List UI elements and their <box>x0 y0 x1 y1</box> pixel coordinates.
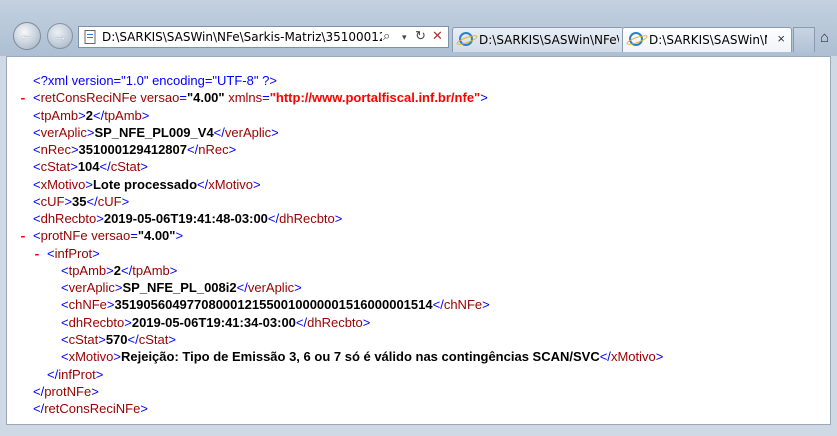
collapse-toggle[interactable]: - <box>33 246 47 263</box>
xml-root-close: </retConsReciNFe> <box>33 401 148 417</box>
back-button[interactable]: ← <box>13 22 41 50</box>
ie-icon <box>629 32 643 46</box>
address-bar[interactable]: D:\SARKIS\SASWin\NFe\Sarkis-Matriz\35100… <box>78 26 449 48</box>
xml-element-xMotivo: <xMotivo>Lote processado</xMotivo> <box>33 176 261 192</box>
xml-protNFe-close: </protNFe> <box>33 383 99 399</box>
xml-element-verAplic: <verAplic>SP_NFE_PL009_V4</verAplic> <box>33 124 279 140</box>
tab-label: D:\SARKIS\SASWin\NFe\... <box>479 33 619 47</box>
dropdown-icon[interactable]: ▾ <box>402 32 407 43</box>
collapse-toggle[interactable]: - <box>19 228 33 245</box>
xml-inf-verAplic: <verAplic>SP_NFE_PL_008i2</verAplic> <box>61 280 302 296</box>
tab-1[interactable]: D:\SARKIS\SASWin\NFe\... <box>452 27 624 52</box>
search-icon[interactable]: ⌕ <box>383 28 390 44</box>
xml-inf-xMotivo: <xMotivo>Rejeição: Tipo de Emissão 3, 6 … <box>61 349 664 365</box>
tab-2-active[interactable]: D:\SARKIS\SASWin\N... × <box>622 27 792 52</box>
xml-inf-tpAmb: <tpAmb>2</tpAmb> <box>61 262 178 278</box>
xml-element-nRec: <nRec>351000129412807</nRec> <box>33 142 237 158</box>
home-icon[interactable]: ⌂ <box>820 29 829 46</box>
page-content: <?xml version="1.0" encoding="UTF-8" ?> … <box>6 56 831 425</box>
address-url[interactable]: D:\SARKIS\SASWin\NFe\Sarkis-Matriz\35100… <box>102 30 382 44</box>
new-tab-button[interactable] <box>793 27 815 52</box>
xml-file-icon <box>84 30 96 44</box>
collapse-toggle[interactable]: - <box>19 90 33 107</box>
xml-infProt-close: </infProt> <box>47 366 104 382</box>
forward-button[interactable]: → <box>47 23 73 49</box>
xml-infProt-open: - <infProt> <box>33 245 100 263</box>
refresh-icon[interactable]: ↻ <box>415 28 426 44</box>
xml-element-cUF: <cUF>35</cUF> <box>33 193 130 209</box>
ie-icon <box>459 32 473 46</box>
xml-inf-chNFe: <chNFe>351905604977080001215500100000015… <box>61 297 490 313</box>
stop-icon[interactable]: ✕ <box>432 28 443 44</box>
xml-element-cStat: <cStat>104</cStat> <box>33 159 148 175</box>
xml-inf-cStat: <cStat>570</cStat> <box>61 331 176 347</box>
xml-tree: <?xml version="1.0" encoding="UTF-8" ?> … <box>7 57 663 417</box>
xml-element-dhRecbto: <dhRecbto>2019-05-06T19:41:48-03:00</dhR… <box>33 211 343 227</box>
close-tab-icon[interactable]: × <box>777 31 785 46</box>
xml-root-open: - <retConsReciNFe versao="4.00" xmlns="ht… <box>19 90 488 107</box>
xml-element-tpAmb: <tpAmb>2</tpAmb> <box>33 107 150 123</box>
tab-label: D:\SARKIS\SASWin\N... <box>649 33 767 47</box>
xml-protNFe-open: - <protNFe versao="4.00"> <box>19 228 184 245</box>
browser-toolbar: ← → D:\SARKIS\SASWin\NFe\Sarkis-Matriz\3… <box>0 0 837 56</box>
xml-declaration: <?xml version="1.0" encoding="UTF-8" ?> <box>33 73 277 88</box>
xml-inf-dhRecbto: <dhRecbto>2019-05-06T19:41:34-03:00</dhR… <box>61 314 371 330</box>
